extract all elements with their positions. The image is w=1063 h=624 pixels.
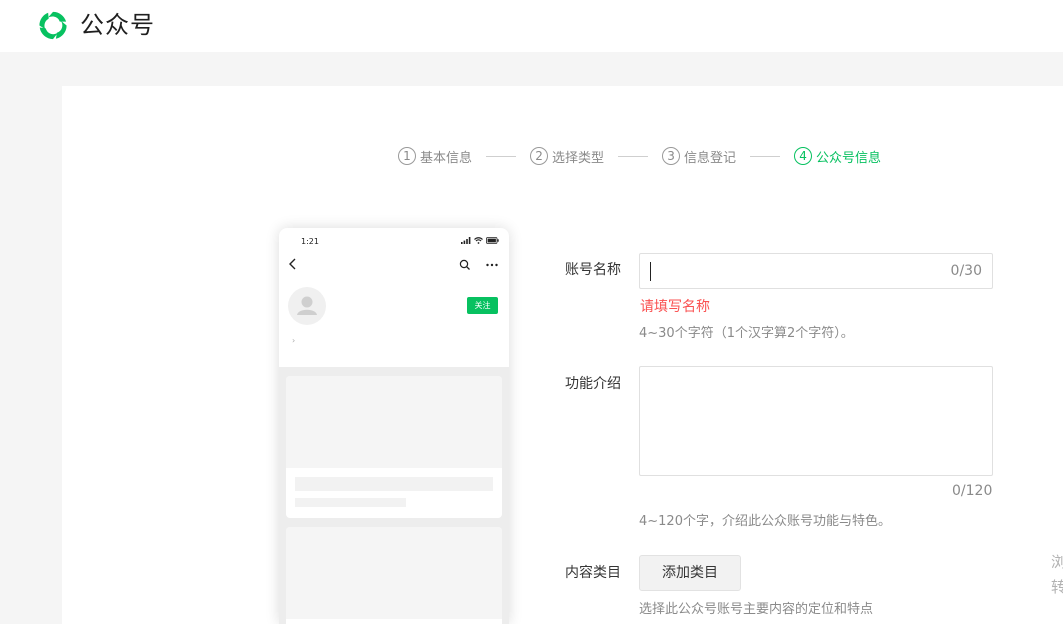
step-label: 信息登记 xyxy=(684,150,737,166)
step-number: 3 xyxy=(662,147,681,165)
avatar xyxy=(288,287,326,325)
step-select-type: 2 选择类型 xyxy=(530,147,604,166)
step-divider xyxy=(618,155,649,157)
brand-title[interactable]: 公众号 xyxy=(80,8,155,42)
category-hint: 选择此公众号账号主要内容的定位和特点 xyxy=(639,602,874,617)
edge-text: 转 xyxy=(1051,578,1063,596)
step-label: 选择类型 xyxy=(552,150,605,166)
top-bar: 公众号 xyxy=(0,0,1063,52)
avatar-placeholder-icon xyxy=(297,296,317,315)
account-name-label: 账号名称 xyxy=(565,262,621,278)
article-card-placeholder xyxy=(286,376,502,518)
add-category-button[interactable]: 添加类目 xyxy=(639,555,741,591)
step-indicator: 1 基本信息 2 选择类型 3 信息登记 4 公众号信息 xyxy=(398,146,881,166)
follow-button[interactable]: 关注 xyxy=(467,297,498,314)
text-caret xyxy=(650,262,651,281)
phone-preview: 1:21 关注 › xyxy=(279,228,509,624)
step-label: 公众号信息 xyxy=(816,150,882,166)
intro-counter: 0/120 xyxy=(952,483,993,499)
phone-status-bar xyxy=(461,237,499,244)
account-name-hint: 4~30个字符（1个汉字算2个字符）。 xyxy=(639,326,854,341)
search-icon[interactable] xyxy=(459,259,471,271)
step-label: 基本信息 xyxy=(420,150,473,166)
step-basic-info: 1 基本信息 xyxy=(398,147,472,166)
wifi-icon xyxy=(474,237,483,244)
article-cover-placeholder xyxy=(286,376,502,468)
account-name-error: 请填写名称 xyxy=(640,299,710,315)
category-label: 内容类目 xyxy=(565,565,621,581)
signal-icon xyxy=(461,237,471,244)
edge-text: 浏 xyxy=(1051,553,1063,571)
article-cover-placeholder xyxy=(286,527,502,619)
back-icon[interactable] xyxy=(287,257,299,271)
wechat-official-account-logo-icon[interactable] xyxy=(36,9,70,42)
more-icon[interactable] xyxy=(485,259,499,271)
intro-textarea[interactable] xyxy=(639,366,993,476)
article-subtitle-placeholder xyxy=(295,498,406,507)
article-title-placeholder xyxy=(295,477,493,491)
step-number: 2 xyxy=(530,147,549,165)
phone-time: 1:21 xyxy=(301,237,319,246)
intro-label: 功能介绍 xyxy=(565,376,621,392)
chevron-right-icon: › xyxy=(292,336,296,345)
main-panel xyxy=(62,86,1063,624)
account-name-counter: 0/30 xyxy=(950,263,982,279)
step-number: 1 xyxy=(398,147,416,165)
phone-profile-header: 1:21 关注 › xyxy=(279,228,509,367)
step-registration: 3 信息登记 xyxy=(662,147,736,166)
step-divider xyxy=(750,155,781,157)
article-card-placeholder xyxy=(286,527,502,624)
battery-icon xyxy=(486,237,499,244)
intro-hint: 4~120个字，介绍此公众账号功能与特色。 xyxy=(639,514,891,529)
step-number: 4 xyxy=(794,147,813,165)
step-divider xyxy=(486,155,517,157)
account-name-input[interactable]: 0/30 xyxy=(639,253,993,289)
step-account-info: 4 公众号信息 xyxy=(794,147,881,166)
